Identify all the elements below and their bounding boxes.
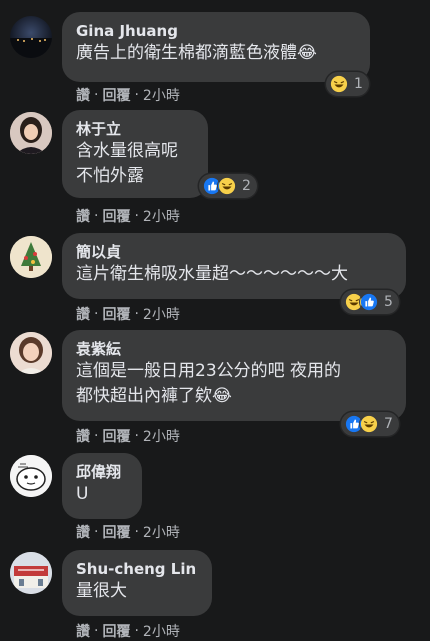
comment-bubble: 林于立 含水量很高呢 不怕外露 <box>62 110 208 198</box>
commenter-name[interactable]: Gina Jhuang <box>76 21 356 41</box>
separator: · <box>94 306 99 322</box>
haha-reaction-icon <box>359 414 379 434</box>
reply-link[interactable]: 回覆 <box>102 522 130 542</box>
comment-text: 這個是一般日用23公分的吧 夜用的 <box>76 361 342 381</box>
haha-reaction-icon <box>217 176 237 196</box>
like-link[interactable]: 讚 <box>76 522 90 542</box>
avatar[interactable] <box>10 332 52 374</box>
comment-text: 不怕外露 <box>76 166 144 186</box>
commenter-name[interactable]: 袁紫紜 <box>76 339 392 359</box>
timestamp[interactable]: 2小時 <box>143 206 180 226</box>
like-reaction-icon <box>359 292 379 312</box>
reply-link[interactable]: 回覆 <box>102 304 130 324</box>
reaction-summary[interactable]: 2 <box>199 174 257 198</box>
timestamp[interactable]: 2小時 <box>143 621 180 641</box>
comment-text: 這片衛生棉吸水量超～～～～～～大 <box>76 264 348 284</box>
comment-text: 都快超出內褲了欸😂 <box>76 386 232 406</box>
reply-link[interactable]: 回覆 <box>102 621 130 641</box>
reaction-count: 7 <box>384 416 393 432</box>
comment-text: 含水量很高呢 <box>76 141 178 161</box>
reaction-summary[interactable]: 7 <box>341 412 399 436</box>
separator: · <box>94 428 99 444</box>
comment-bubble: Gina Jhuang 廣告上的衛生棉都滴藍色液體😂 <box>62 12 370 82</box>
separator: · <box>134 208 139 224</box>
separator: · <box>134 87 139 103</box>
reply-link[interactable]: 回覆 <box>102 206 130 226</box>
reaction-count: 2 <box>242 178 251 194</box>
timestamp[interactable]: 2小時 <box>143 522 180 542</box>
comment-bubble: 邱偉翔 U <box>62 453 142 519</box>
separator: · <box>94 623 99 639</box>
reply-link[interactable]: 回覆 <box>102 426 130 446</box>
avatar[interactable] <box>10 552 52 594</box>
comment-text: U <box>76 484 89 504</box>
avatar[interactable] <box>10 236 52 278</box>
commenter-name[interactable]: 簡以貞 <box>76 242 392 262</box>
comment-actions: 讚 · 回覆 · 2小時 <box>76 206 180 226</box>
avatar[interactable] <box>10 455 52 497</box>
separator: · <box>134 306 139 322</box>
separator: · <box>134 428 139 444</box>
separator: · <box>94 208 99 224</box>
commenter-name[interactable]: 林于立 <box>76 119 194 139</box>
avatar[interactable] <box>10 112 52 154</box>
comment-actions: 讚 · 回覆 · 2小時 <box>76 621 180 641</box>
haha-reaction-icon <box>329 74 349 94</box>
comment-text: 量很大 <box>76 581 127 601</box>
timestamp[interactable]: 2小時 <box>143 426 180 446</box>
reaction-count: 1 <box>354 76 363 92</box>
reaction-summary[interactable]: 5 <box>341 290 399 314</box>
comment-actions: 讚 · 回覆 · 2小時 <box>76 85 180 105</box>
like-link[interactable]: 讚 <box>76 426 90 446</box>
like-link[interactable]: 讚 <box>76 621 90 641</box>
comment-text: 廣告上的衛生棉都滴藍色液體😂 <box>76 43 317 63</box>
comment-actions: 讚 · 回覆 · 2小時 <box>76 522 180 542</box>
like-link[interactable]: 讚 <box>76 206 90 226</box>
avatar[interactable] <box>10 16 52 58</box>
commenter-name[interactable]: 邱偉翔 <box>76 462 128 482</box>
commenter-name[interactable]: Shu-cheng Lin <box>76 559 198 579</box>
like-link[interactable]: 讚 <box>76 85 90 105</box>
comment-actions: 讚 · 回覆 · 2小時 <box>76 426 180 446</box>
comment-actions: 讚 · 回覆 · 2小時 <box>76 304 180 324</box>
separator: · <box>134 524 139 540</box>
separator: · <box>94 87 99 103</box>
separator: · <box>94 524 99 540</box>
reply-link[interactable]: 回覆 <box>102 85 130 105</box>
like-link[interactable]: 讚 <box>76 304 90 324</box>
timestamp[interactable]: 2小時 <box>143 304 180 324</box>
timestamp[interactable]: 2小時 <box>143 85 180 105</box>
reaction-count: 5 <box>384 294 393 310</box>
separator: · <box>134 623 139 639</box>
comment-bubble: 袁紫紜 這個是一般日用23公分的吧 夜用的 都快超出內褲了欸😂 <box>62 330 406 421</box>
reaction-summary[interactable]: 1 <box>326 72 369 96</box>
comment-bubble: Shu-cheng Lin 量很大 <box>62 550 212 616</box>
